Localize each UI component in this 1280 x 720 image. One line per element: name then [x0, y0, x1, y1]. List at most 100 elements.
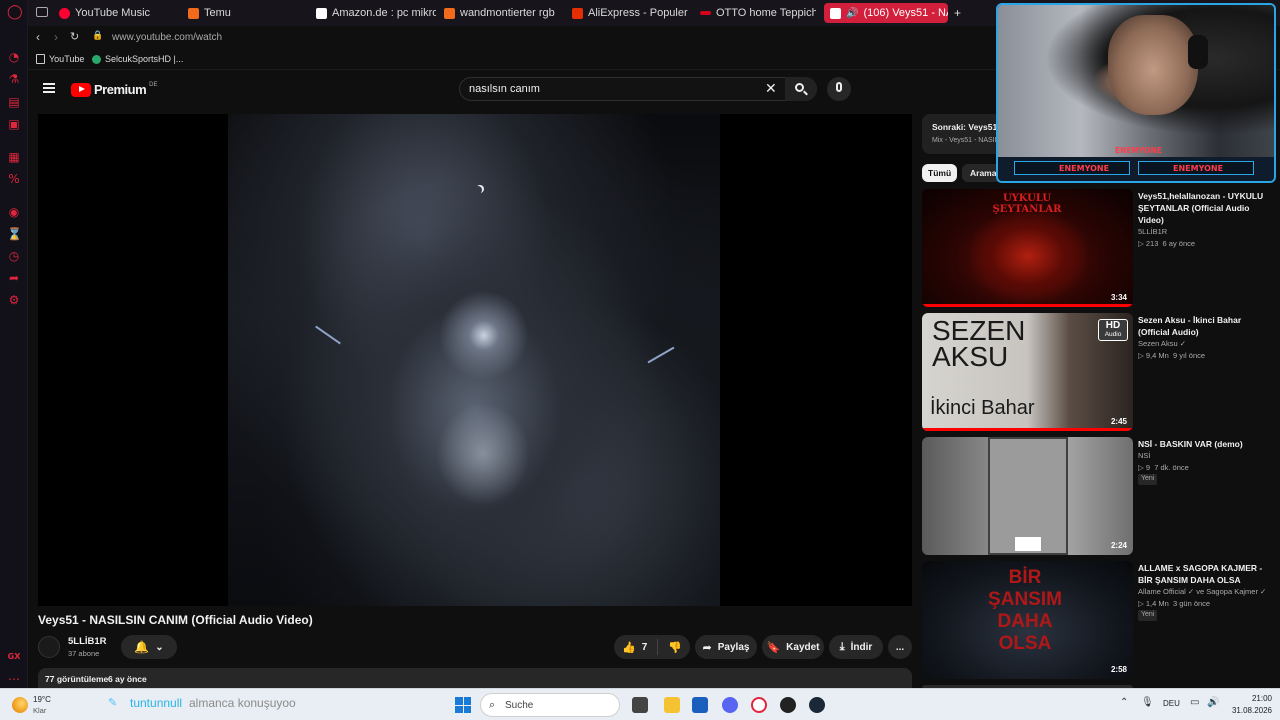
like-dislike-group: 👍 7 👎	[614, 635, 690, 659]
task-view-icon[interactable]	[632, 697, 648, 713]
dislike-icon[interactable]: 👎	[668, 641, 682, 654]
tab-amazon[interactable]: Amazon.de : pc mikrofon	[316, 3, 436, 23]
gx-control-icon[interactable]: ◔	[7, 50, 21, 64]
webcam-feed	[998, 5, 1274, 157]
up-next-panel[interactable]: Sonraki: Veys51, Mix - Veys51 - NASIL	[922, 114, 1002, 154]
clock-date[interactable]: 31.08.2026	[1228, 706, 1272, 715]
forward-icon[interactable]: ›	[54, 30, 58, 44]
webcam-name: ENEMYONE	[1115, 146, 1162, 155]
more-icon: ...	[895, 641, 905, 653]
weather-temp[interactable]: 19°C	[33, 695, 51, 704]
search-button[interactable]	[785, 77, 817, 101]
new-tab-button[interactable]: +	[954, 3, 964, 23]
opera-logo-icon[interactable]: ◯	[7, 5, 23, 19]
selcuksports-icon	[92, 54, 101, 64]
windows-start-icon[interactable]	[455, 697, 471, 713]
percent-icon[interactable]: %	[7, 172, 21, 186]
temu-icon	[444, 7, 455, 19]
tab-temu[interactable]: Temu	[188, 3, 298, 23]
tab-youtube-music[interactable]: YouTube Music	[59, 3, 179, 23]
app-icon[interactable]	[780, 697, 796, 713]
language-indicator[interactable]: DEU	[1163, 699, 1180, 708]
discord-icon[interactable]	[722, 697, 738, 713]
network-icon[interactable]: ▭	[1190, 697, 1199, 708]
description-box[interactable]: 77 görüntüleme 6 ay önce	[38, 668, 912, 688]
video-thumbnail[interactable]: 2:24	[922, 437, 1133, 555]
bookmark-selcuksports[interactable]: SelcukSportsHD |...	[92, 54, 183, 64]
save-button[interactable]: 🔖 Kaydet	[762, 635, 824, 659]
browser-sidebar: ◯ ◔ ⚗ ▤ ▣ ▦ % ◉ ⌛ ◷ ➦ ⚙ GX ⋯	[0, 0, 28, 688]
more-actions-button[interactable]: ...	[888, 635, 912, 659]
share-button[interactable]: ➦ Paylaş	[695, 635, 757, 659]
channel-name[interactable]: 5LLİB1R	[68, 636, 107, 647]
store-icon[interactable]	[692, 697, 708, 713]
recommendation-item[interactable]: 2:24 NSİ - BASKIN VAR (demo) NSİ ▷ 9 7 d…	[922, 437, 1272, 555]
music-icon[interactable]: ▣	[7, 117, 21, 131]
opera-gx-icon[interactable]	[751, 697, 767, 713]
microphone-icon[interactable]: 🎙	[1141, 697, 1154, 708]
video-thumbnail[interactable]: SEZEN AKSU İkinci Bahar HD Audio 2:45	[922, 313, 1133, 431]
messenger-icon[interactable]: ▤	[7, 95, 21, 109]
recommendation-channel[interactable]: NSİ	[1138, 451, 1151, 460]
youtube-premium-logo[interactable]: Premium DE	[71, 82, 157, 97]
voice-search-button[interactable]	[827, 77, 851, 101]
video-player[interactable]	[38, 114, 912, 606]
extensions-icon[interactable]: ⌛	[7, 227, 22, 241]
channel-avatar[interactable]	[38, 636, 60, 658]
recommendation-item[interactable]: BİR ŞANSIM DAHA OLSA 2:58 ALLAME x SAGOP…	[922, 561, 1272, 679]
weather-desc: Klar	[33, 706, 47, 715]
twitch-icon[interactable]: ▦	[7, 150, 21, 164]
tab-wandmontierter[interactable]: wandmontierter rgb farbp	[444, 3, 558, 23]
otto-icon	[700, 11, 711, 15]
clear-search-icon[interactable]: ✕	[765, 80, 777, 97]
share-icon: ➦	[702, 640, 712, 654]
volume-icon[interactable]: 🔊	[1207, 697, 1219, 708]
clock-time[interactable]: 21:00	[1228, 694, 1272, 703]
chat-overlay-icon: ✎	[108, 697, 118, 709]
more-icon[interactable]: ⋯	[7, 672, 21, 686]
recommendation-title: ALLAME x SAGOPA KAJMER - BİR ŞANSIM DAHA…	[1138, 563, 1263, 585]
recommendation-channel[interactable]: 5LLİB1R	[1138, 227, 1167, 236]
bookmark-youtube[interactable]: YouTube	[36, 54, 84, 64]
tab-youtube-active[interactable]: 🔊(106) Veys51 - NASILSIN	[824, 3, 948, 23]
recommendation-channel[interactable]: Sezen Aksu ✓	[1138, 339, 1186, 348]
thumbnail-text: İkinci Bahar	[930, 397, 1035, 419]
recommendation-title: Veys51,helallanozan - UYKULU ŞEYTANLAR (…	[1138, 191, 1264, 225]
advisory-label	[1015, 537, 1041, 551]
player-icon[interactable]: ◉	[7, 205, 21, 219]
tab-aliexpress[interactable]: AliExpress - Populer Elektr	[572, 3, 688, 23]
taskbar-search-box[interactable]: ⌕ Suche	[480, 693, 620, 717]
settings-icon[interactable]: ⚙	[7, 293, 21, 307]
history-icon[interactable]: ◷	[7, 249, 21, 263]
subscribe-bell-button[interactable]: 🔔 ⌄	[121, 635, 177, 659]
page-icon	[36, 54, 45, 64]
recommendation-item[interactable]: SEZEN AKSU İkinci Bahar HD Audio 2:45 Se…	[922, 313, 1272, 431]
hamburger-menu-icon[interactable]	[43, 83, 55, 93]
back-icon[interactable]: ‹	[36, 30, 40, 44]
file-explorer-icon[interactable]	[664, 697, 680, 713]
download-icon: ⤓	[839, 640, 845, 653]
chip-all[interactable]: Tümü	[922, 164, 958, 182]
like-icon[interactable]: 👍	[622, 641, 636, 654]
workspaces-icon[interactable]	[36, 7, 48, 17]
steam-icon[interactable]	[809, 697, 825, 713]
search-input[interactable]: nasılsın canım ✕	[459, 77, 817, 101]
url-field[interactable]: www.youtube.com/watch	[112, 32, 222, 43]
recommendation-stats: ▷ 9,4 Mn 9 yıl önce	[1138, 351, 1206, 360]
tab-otto[interactable]: OTTO home Teppich Orient	[700, 3, 816, 23]
recommendation-channel[interactable]: Allame Official ✓ ve Sagopa Kajmer ✓	[1138, 587, 1266, 596]
reload-icon[interactable]: ↻	[70, 30, 79, 43]
thumbnail-text: BİR ŞANSIM DAHA OLSA	[988, 567, 1062, 654]
download-button[interactable]: ⤓ İndir	[829, 635, 883, 659]
gx-icon[interactable]: GX	[7, 650, 21, 664]
share-icon[interactable]: ➦	[7, 271, 21, 285]
weather-icon[interactable]	[12, 697, 28, 713]
gx-cleaner-icon[interactable]: ⚗	[7, 72, 21, 86]
streamer-face	[1108, 15, 1198, 115]
tray-chevron-icon[interactable]: ⌃	[1120, 697, 1128, 708]
recommendation-item[interactable]: UYKULU ŞEYTANLAR 3:34 Veys51,helallanoza…	[922, 189, 1272, 307]
search-icon: ⌕	[489, 698, 496, 711]
video-thumbnail[interactable]: BİR ŞANSIM DAHA OLSA 2:58	[922, 561, 1133, 679]
thumbnail-text: AKSU	[932, 341, 1009, 372]
video-thumbnail[interactable]: UYKULU ŞEYTANLAR 3:34	[922, 189, 1133, 307]
